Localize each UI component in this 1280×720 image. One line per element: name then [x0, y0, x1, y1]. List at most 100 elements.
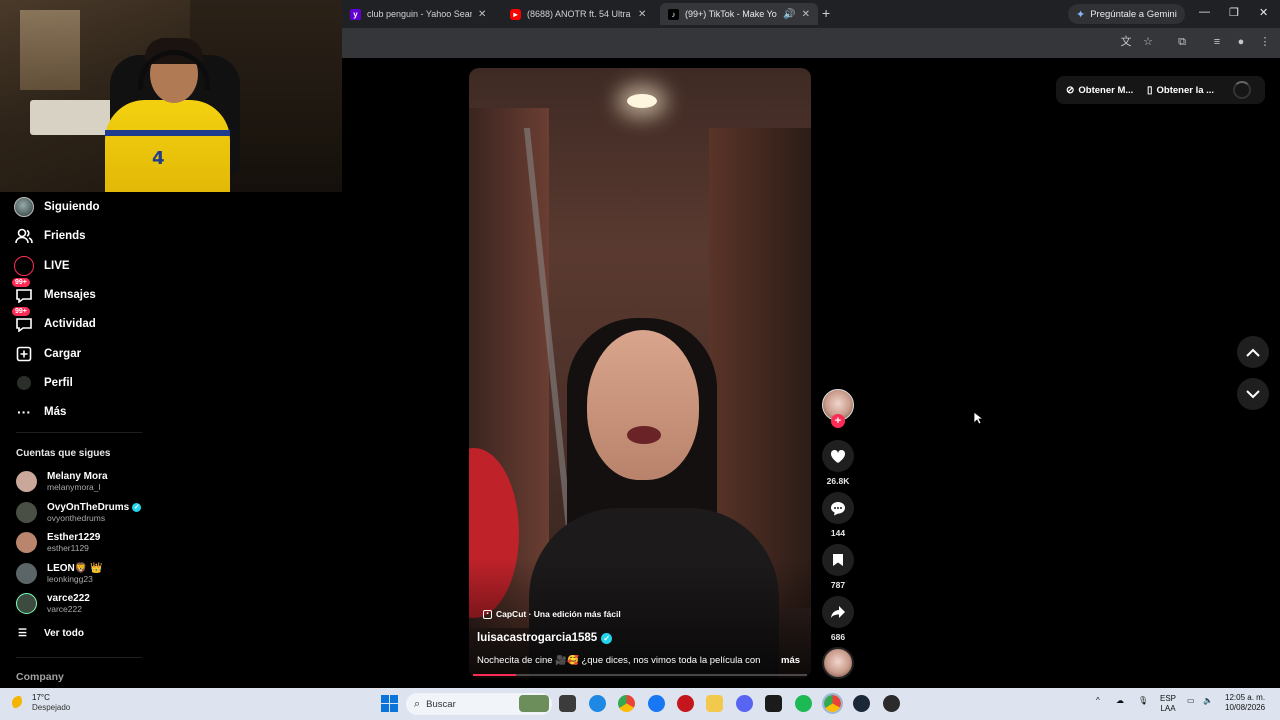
- tab-title: (99+) TikTok - Make Your Da: [685, 9, 777, 19]
- video-player[interactable]: ▪ CapCut · Una edición más fácil luisaca…: [469, 68, 811, 678]
- windows-start-icon[interactable]: [381, 695, 398, 712]
- sidebar-item-actividad[interactable]: 99+ Actividad: [12, 307, 96, 334]
- tab-tiktok[interactable]: ♪ (99+) TikTok - Make Your Da 🔊 ✕: [660, 3, 818, 25]
- menu-dots-icon[interactable]: ⋮: [1258, 35, 1272, 49]
- comment-count: 144: [830, 528, 846, 538]
- video-author[interactable]: luisacastrogarcia1585 ✓: [477, 632, 613, 644]
- mouse-cursor-icon: [973, 411, 985, 430]
- save-button[interactable]: [822, 544, 854, 576]
- file-explorer-icon[interactable]: [706, 695, 723, 712]
- heart-icon: [830, 449, 846, 463]
- volume-icon[interactable]: 🔈: [1203, 696, 1213, 705]
- tiktok-favicon-icon: ♪: [668, 8, 679, 20]
- messages-icon: 99+: [12, 278, 34, 305]
- get-app-label: Obtener M...: [1078, 84, 1134, 96]
- new-tab-button[interactable]: +: [822, 5, 830, 21]
- music-disc[interactable]: [822, 647, 854, 679]
- activity-icon: 99+: [12, 307, 34, 334]
- system-clock[interactable]: 12:05 a. m. 10/08/2026: [1225, 693, 1265, 713]
- video-progress-bar[interactable]: [473, 674, 807, 676]
- messages-badge: 99+: [12, 278, 30, 287]
- obs-icon[interactable]: [883, 695, 900, 712]
- tab-yahoo[interactable]: y club penguin - Yahoo Search Tı ✕: [342, 3, 502, 25]
- get-desktop-app-button[interactable]: ⊘ Obtener M...: [1066, 77, 1133, 103]
- account-item[interactable]: Melany Mora melanymora_l: [16, 471, 108, 492]
- save-count: 787: [830, 580, 846, 590]
- sidebar-item-mas[interactable]: ··· Más: [14, 402, 66, 422]
- account-item[interactable]: Esther1229 esther1129: [16, 532, 100, 553]
- close-window-icon[interactable]: ✕: [1259, 6, 1268, 19]
- weather-condition: Despejado: [32, 703, 71, 712]
- network-icon[interactable]: ☁: [1116, 696, 1124, 705]
- sidebar-divider: [16, 657, 142, 658]
- media-controls-icon[interactable]: ≡: [1210, 35, 1224, 49]
- edge-browser-icon[interactable]: [589, 695, 606, 712]
- clock-date: 10/08/2026: [1225, 703, 1266, 712]
- close-tab-icon[interactable]: ✕: [478, 9, 486, 20]
- next-video-button[interactable]: [1237, 378, 1269, 410]
- sidebar-item-friends[interactable]: Friends: [14, 226, 86, 246]
- keyboard-layout: LAA: [1160, 704, 1176, 713]
- account-item[interactable]: varce222 varce222: [16, 593, 90, 614]
- capcut-icon: ▪: [483, 609, 492, 619]
- taskbar: 17°C Despejado ⌕ Buscar ^ ☁ 🎙 ESP LAA ▭ …: [0, 688, 1280, 720]
- weather-widget[interactable]: 17°C Despejado: [12, 693, 70, 713]
- capcut-tag[interactable]: ▪ CapCut · Una edición más fácil: [483, 609, 621, 619]
- wifi-icon[interactable]: ▭: [1187, 696, 1195, 705]
- chrome-icon[interactable]: [618, 695, 635, 712]
- comment-button[interactable]: [822, 492, 854, 524]
- account-handle: melanymora_l: [47, 482, 101, 492]
- more-button[interactable]: más: [781, 655, 800, 666]
- spotify-icon[interactable]: [795, 695, 812, 712]
- account-item[interactable]: LEON🦁 👑 leonkingg23: [16, 563, 102, 584]
- show-hidden-icons[interactable]: ^: [1096, 696, 1100, 705]
- yahoo-favicon-icon: y: [350, 8, 361, 20]
- company-link[interactable]: Company: [16, 671, 64, 683]
- chrome-active-icon[interactable]: [822, 693, 843, 714]
- speaker-icon[interactable]: 🔊: [783, 9, 795, 20]
- see-all-link[interactable]: ☰ Ver todo: [18, 628, 84, 639]
- chevron-down-icon: [1246, 389, 1260, 398]
- gemini-button[interactable]: ✦ Pregúntale a Gemini: [1068, 4, 1185, 24]
- microphone-icon[interactable]: 🎙: [1138, 696, 1148, 705]
- steam-icon[interactable]: [853, 695, 870, 712]
- upload-icon: [14, 344, 34, 364]
- sidebar-item-label: Actividad: [44, 318, 96, 330]
- extensions-icon[interactable]: ⧉: [1175, 35, 1189, 49]
- verified-badge-icon: ✓: [132, 503, 142, 512]
- account-handle: leonkingg23: [47, 574, 93, 584]
- sidebar-item-mensajes[interactable]: 99+ Mensajes: [12, 278, 96, 305]
- task-view-icon[interactable]: [559, 695, 576, 712]
- sidebar-item-label: Mensajes: [44, 289, 96, 301]
- minimize-icon[interactable]: —: [1199, 6, 1210, 18]
- restore-icon[interactable]: ❐: [1229, 6, 1239, 19]
- facebook-icon[interactable]: [648, 695, 665, 712]
- sidebar-item-siguiendo[interactable]: Siguiendo: [14, 197, 100, 217]
- avatar: [16, 471, 37, 492]
- close-tab-icon[interactable]: ✕: [638, 9, 646, 20]
- sidebar-item-perfil[interactable]: Perfil: [14, 373, 73, 393]
- profile-avatar-icon[interactable]: ●: [1234, 35, 1248, 49]
- share-button[interactable]: [822, 596, 854, 628]
- like-button[interactable]: [822, 440, 854, 472]
- discord-icon[interactable]: [736, 695, 753, 712]
- sidebar-item-label: Friends: [44, 230, 86, 242]
- sidebar-item-label: LIVE: [44, 260, 70, 272]
- language-indicator[interactable]: ESP LAA: [1160, 694, 1176, 714]
- sidebar-item-live[interactable]: LIVE: [14, 256, 70, 276]
- app-icon[interactable]: [765, 695, 782, 712]
- previous-video-button[interactable]: [1237, 336, 1269, 368]
- tab-youtube[interactable]: ▸ (8688) ANOTR ft. 54 Ultra - Talk ✕: [502, 3, 660, 25]
- following-avatar-icon: [14, 197, 34, 217]
- get-mobile-app-button[interactable]: ▯ Obtener la ...: [1147, 77, 1214, 103]
- follow-plus-icon[interactable]: +: [831, 414, 845, 428]
- opera-icon[interactable]: [677, 695, 694, 712]
- close-tab-icon[interactable]: ✕: [802, 9, 810, 20]
- account-item[interactable]: OvyOnTheDrums ✓ ovyonthedrums: [16, 502, 142, 523]
- verified-badge-icon: ✓: [601, 632, 613, 644]
- gemini-label: Pregúntale a Gemini: [1090, 8, 1177, 20]
- translate-icon[interactable]: 文: [1119, 35, 1133, 49]
- bookmark-star-icon[interactable]: ☆: [1141, 35, 1155, 49]
- webcam-overlay: 4: [0, 0, 342, 192]
- sidebar-item-cargar[interactable]: Cargar: [14, 344, 81, 364]
